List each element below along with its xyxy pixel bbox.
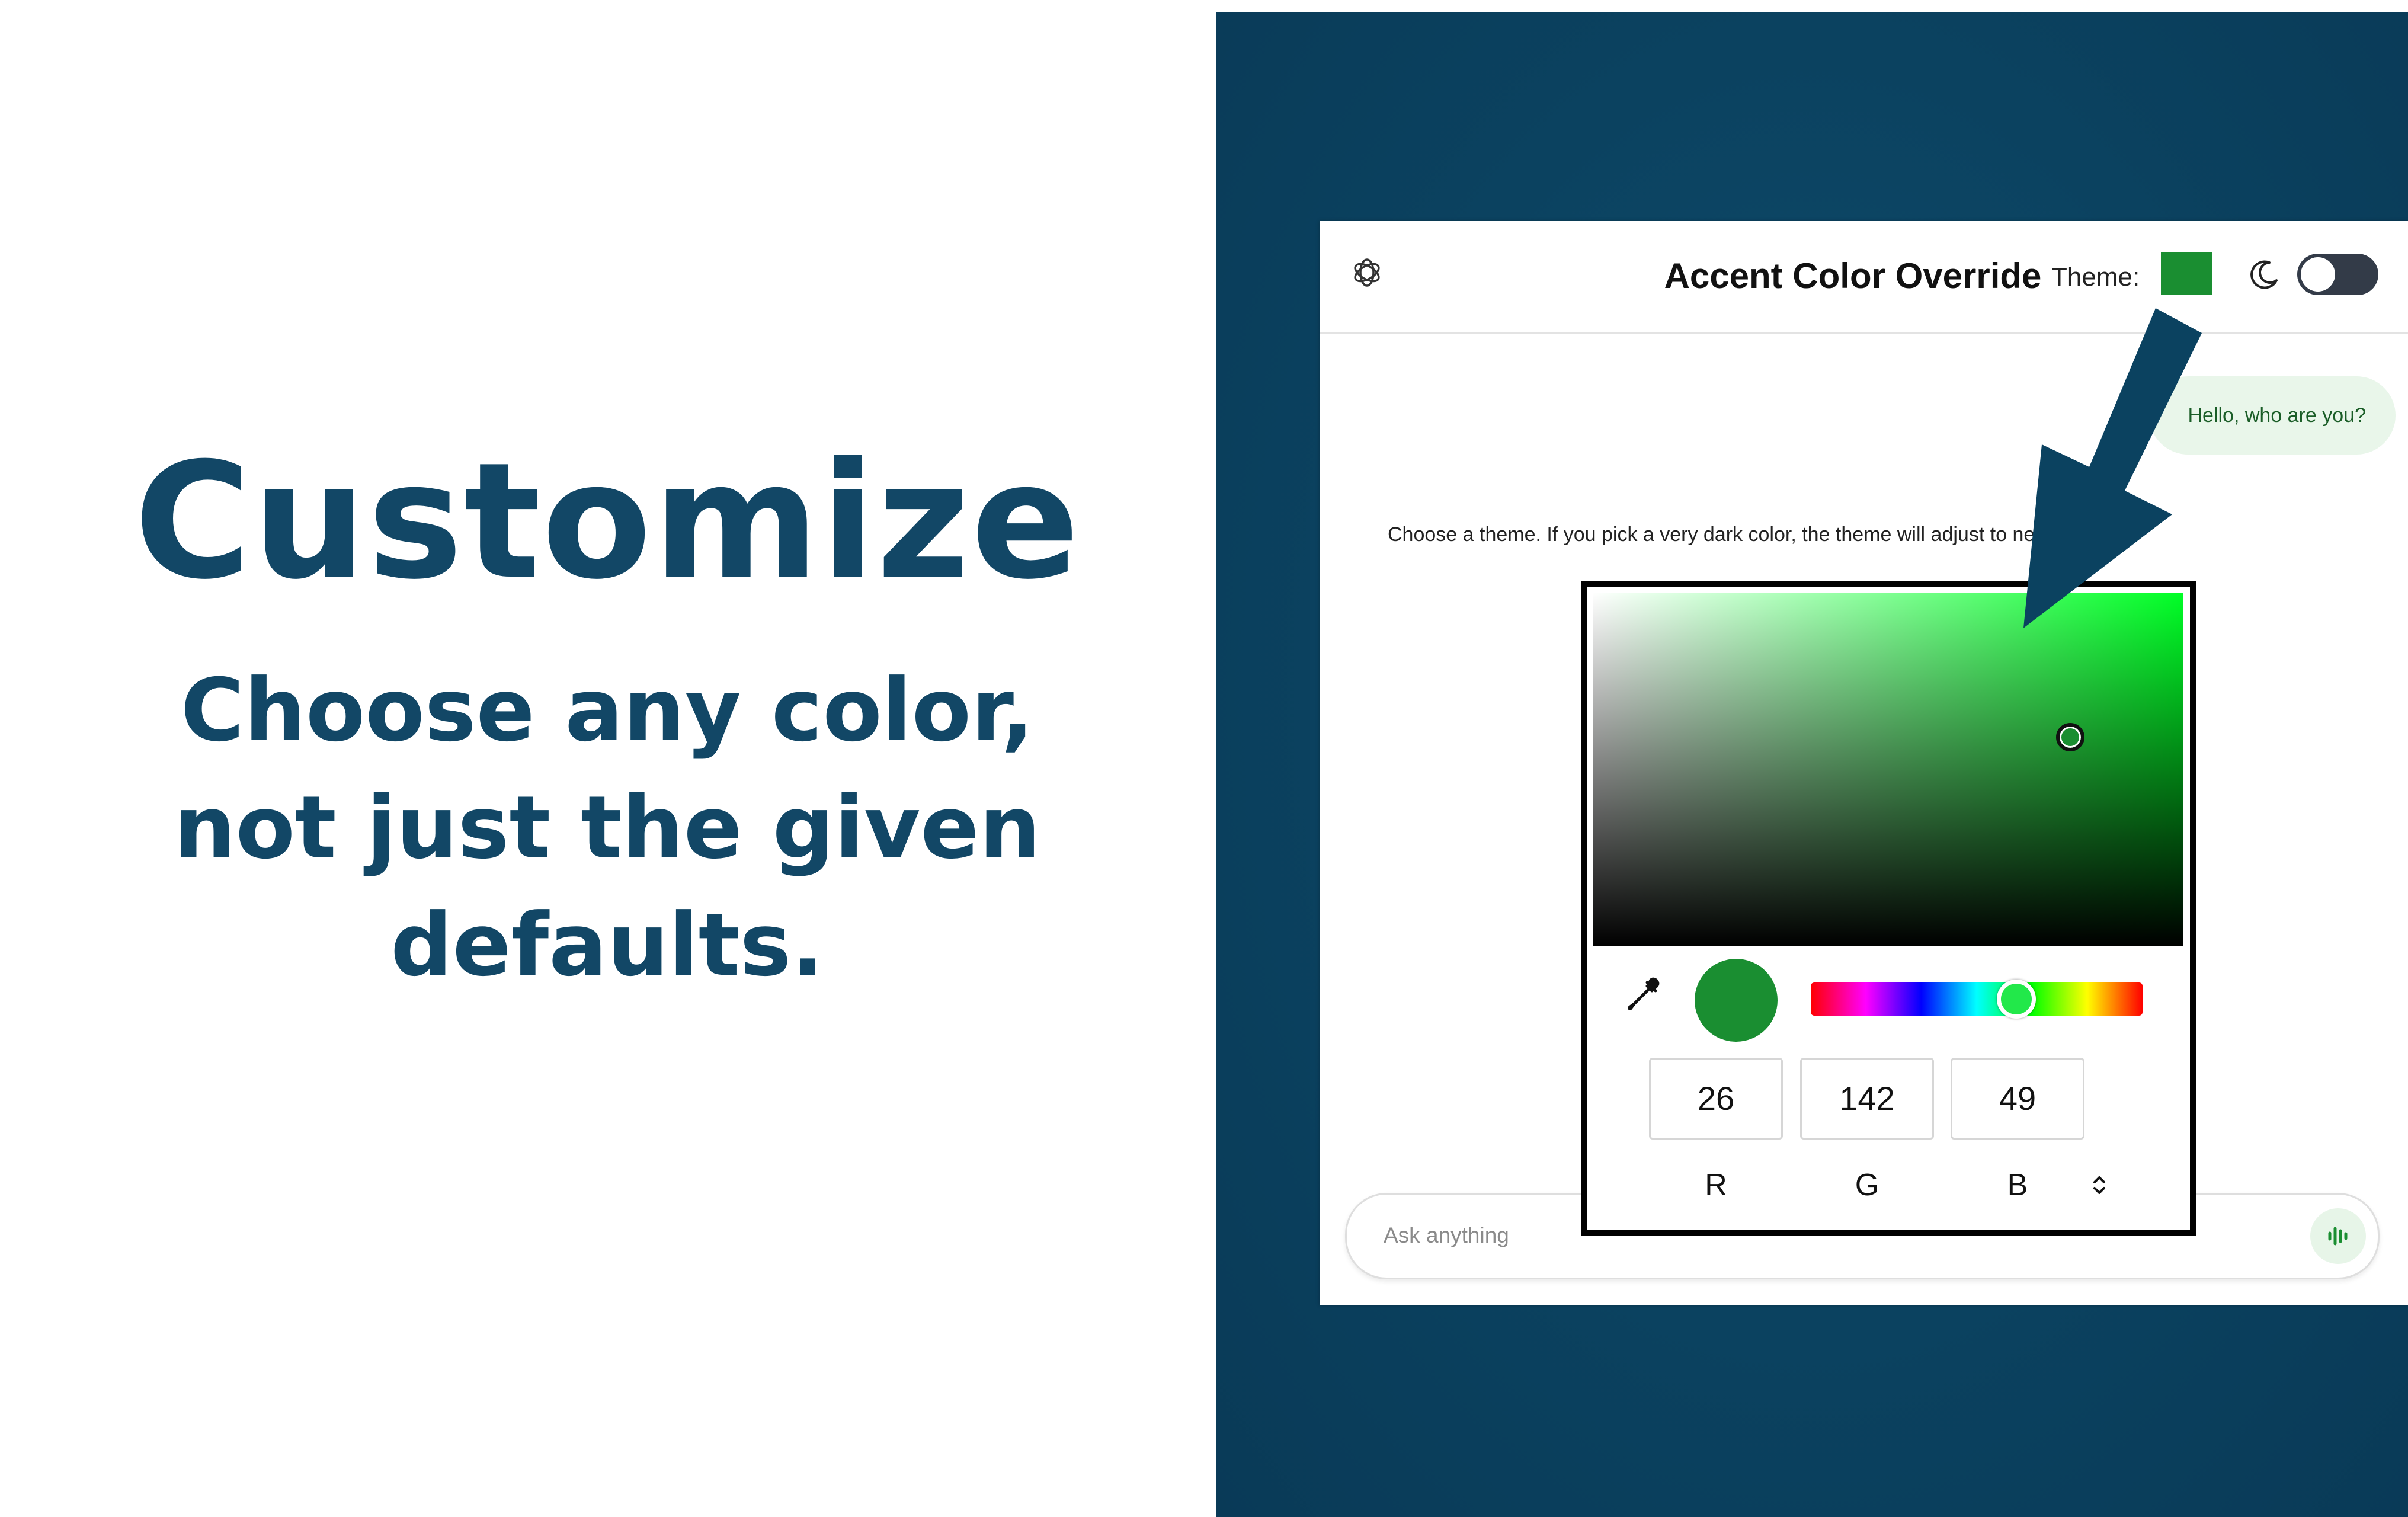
green-input[interactable]: 142: [1800, 1058, 1934, 1140]
subheadline: Choose any color, not just the given def…: [174, 660, 1041, 996]
headline: Customize: [134, 428, 1081, 615]
theme-color-swatch[interactable]: [2161, 252, 2212, 295]
saturation-value-area[interactable]: [1593, 593, 2183, 946]
chevron-updown-icon[interactable]: [2087, 1170, 2111, 1200]
blue-input[interactable]: 49: [1951, 1058, 2084, 1140]
dark-mode-toggle[interactable]: [2297, 254, 2378, 295]
saturation-value-handle[interactable]: [2056, 723, 2084, 751]
eyedropper-icon[interactable]: [1621, 973, 1665, 1017]
hue-slider-handle[interactable]: [1997, 980, 2036, 1019]
voice-icon: [2328, 1227, 2348, 1246]
promo-text-area: Customize Choose any color, not just the…: [0, 0, 1215, 1517]
red-input[interactable]: 26: [1649, 1058, 1783, 1140]
moon-icon: [2250, 260, 2278, 289]
color-picker-popup: 26 142 49 R G B: [1581, 581, 2196, 1236]
green-label: G: [1855, 1168, 1879, 1202]
blue-label: B: [2007, 1168, 2028, 1202]
arrow-pointer-icon: [2023, 308, 2202, 628]
toggle-knob: [2301, 257, 2335, 292]
hue-slider[interactable]: [1811, 982, 2143, 1016]
theme-label: Theme:: [2051, 263, 2140, 292]
voice-button[interactable]: [2310, 1208, 2366, 1264]
color-preview: [1695, 959, 1778, 1042]
red-label: R: [1705, 1168, 1727, 1202]
openai-logo-icon[interactable]: [1349, 255, 1385, 290]
app-header: Accent Color Override Theme:: [1320, 221, 2408, 334]
